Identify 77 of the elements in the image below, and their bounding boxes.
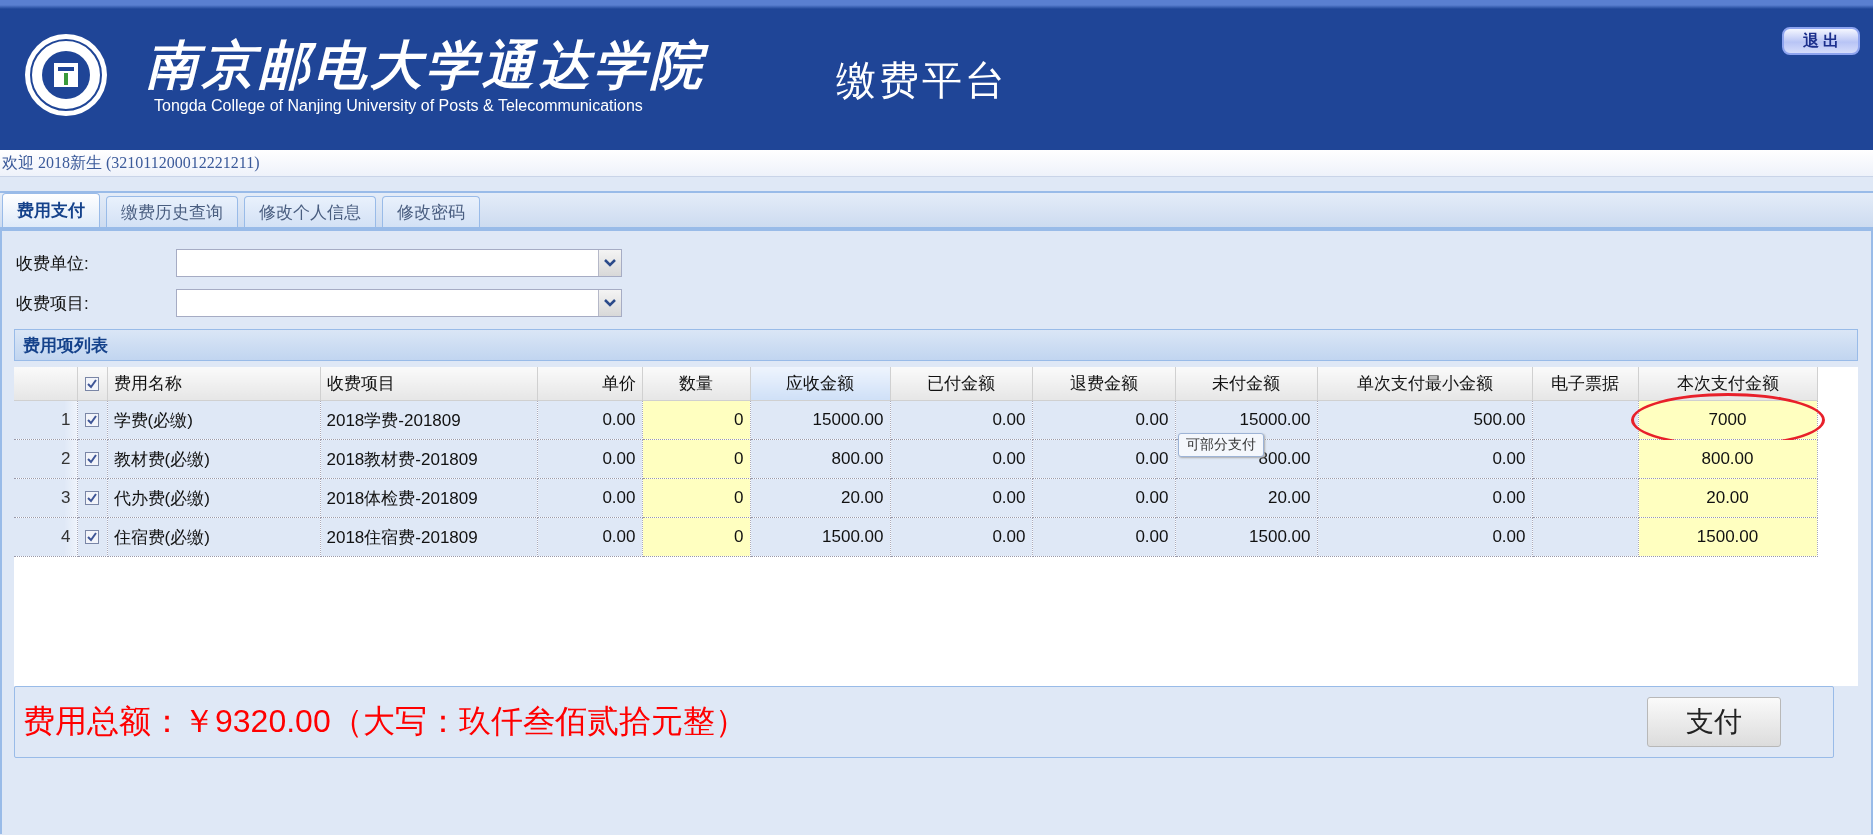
- amount-input[interactable]: 0: [642, 518, 750, 556]
- caret-icon: [604, 259, 616, 267]
- section-title: 费用项列表: [23, 334, 108, 357]
- column-header[interactable]: 退费金额: [1032, 367, 1175, 401]
- dropdown-field[interactable]: [176, 289, 622, 317]
- checkbox[interactable]: [85, 376, 99, 391]
- checkbox[interactable]: [85, 530, 99, 544]
- checkbox[interactable]: [85, 413, 99, 427]
- column-header[interactable]: 收费项目: [320, 367, 537, 401]
- column-header[interactable]: 已付金额: [890, 367, 1032, 401]
- logout-button[interactable]: 退 出: [1782, 27, 1860, 55]
- table-cell: 20.00: [1175, 478, 1317, 518]
- table-cell: 0.00: [1032, 517, 1175, 557]
- table-cell: 2018教材费-201809: [320, 439, 537, 479]
- column-header[interactable]: 费用名称: [107, 367, 320, 401]
- table-cell: 0.00: [537, 517, 642, 557]
- welcome-text: 欢迎 2018新生 (321011200012221211): [1, 154, 260, 171]
- table-cell: 教材费(必缴): [107, 439, 320, 479]
- row-number: 3: [14, 478, 77, 518]
- table-cell: 0.00: [537, 400, 642, 440]
- table-cell: 0.00: [1317, 478, 1532, 518]
- college-subtitle: Tongda College of Nanjing University of Posts & Telecommunications: [154, 96, 644, 116]
- checkbox[interactable]: [85, 452, 99, 466]
- table-cell: 0.00: [890, 517, 1032, 557]
- table-cell: 2018住宿费-201809: [320, 517, 537, 557]
- column-header[interactable]: 未付金额: [1175, 367, 1317, 401]
- table-cell: 0.00: [1317, 517, 1532, 557]
- table-cell: 800.00: [750, 439, 890, 479]
- table-cell: 0.00: [537, 439, 642, 479]
- table-cell: 代办费(必缴): [107, 478, 320, 518]
- table-cell: 2018学费-201809: [320, 400, 537, 440]
- table-cell: 0.00: [1317, 439, 1532, 479]
- amount-input[interactable]: 0: [642, 479, 750, 517]
- tooltip: 可部分支付: [1177, 433, 1264, 457]
- row-number: 2: [14, 439, 77, 479]
- table-cell: 500.00: [1317, 400, 1532, 440]
- amount-input[interactable]: 800.00: [1638, 440, 1817, 478]
- amount-input[interactable]: 1500.00: [1638, 518, 1817, 556]
- table-cell: 0.00: [1032, 400, 1175, 440]
- tab[interactable]: 修改个人信息: [244, 196, 376, 227]
- column-header[interactable]: 单次支付最小金额: [1317, 367, 1532, 401]
- table-cell: 0.00: [1032, 478, 1175, 518]
- dropdown-field[interactable]: [176, 249, 622, 277]
- table-cell: 住宿费(必缴): [107, 517, 320, 557]
- caret-icon: [604, 299, 616, 307]
- total-amount: 费用总额：￥9320.00（大写：玖仟叁佰贰拾元整）: [23, 702, 747, 741]
- table-cell: 0.00: [890, 400, 1032, 440]
- field-label: 收费单位:: [15, 252, 90, 275]
- row-number: 1: [14, 400, 77, 440]
- column-header[interactable]: 单价: [537, 367, 642, 401]
- column-header[interactable]: 电子票据: [1532, 367, 1638, 401]
- table-cell: 1500.00: [750, 517, 890, 557]
- pay-button[interactable]: 支付: [1647, 697, 1781, 747]
- amount-input[interactable]: 0: [642, 401, 750, 439]
- column-header[interactable]: 应收金额: [750, 367, 890, 401]
- table-cell: 2018体检费-201809: [320, 478, 537, 518]
- checkbox[interactable]: [85, 491, 99, 505]
- column-header[interactable]: 本次支付金额: [1638, 367, 1817, 401]
- tab[interactable]: 费用支付: [2, 193, 100, 227]
- table-cell: 0.00: [1032, 439, 1175, 479]
- column-header[interactable]: 数量: [642, 367, 750, 401]
- college-emblem-icon: [24, 33, 108, 117]
- table-cell: 0.00: [537, 478, 642, 518]
- table-cell: 0.00: [890, 439, 1032, 479]
- table-cell: 0.00: [890, 478, 1032, 518]
- tab[interactable]: 缴费历史查询: [106, 196, 238, 227]
- amount-input[interactable]: 0: [642, 440, 750, 478]
- field-label: 收费项目:: [15, 292, 90, 315]
- amount-input[interactable]: 7000: [1638, 401, 1817, 439]
- table-cell: 15000.00: [750, 400, 890, 440]
- tab[interactable]: 修改密码: [382, 196, 480, 227]
- table-cell: 20.00: [750, 478, 890, 518]
- amount-input[interactable]: 20.00: [1638, 479, 1817, 517]
- table-cell: 1500.00: [1175, 517, 1317, 557]
- row-number: 4: [14, 517, 77, 557]
- platform-title: 缴费平台: [836, 56, 1008, 104]
- table-cell: 学费(必缴): [107, 400, 320, 440]
